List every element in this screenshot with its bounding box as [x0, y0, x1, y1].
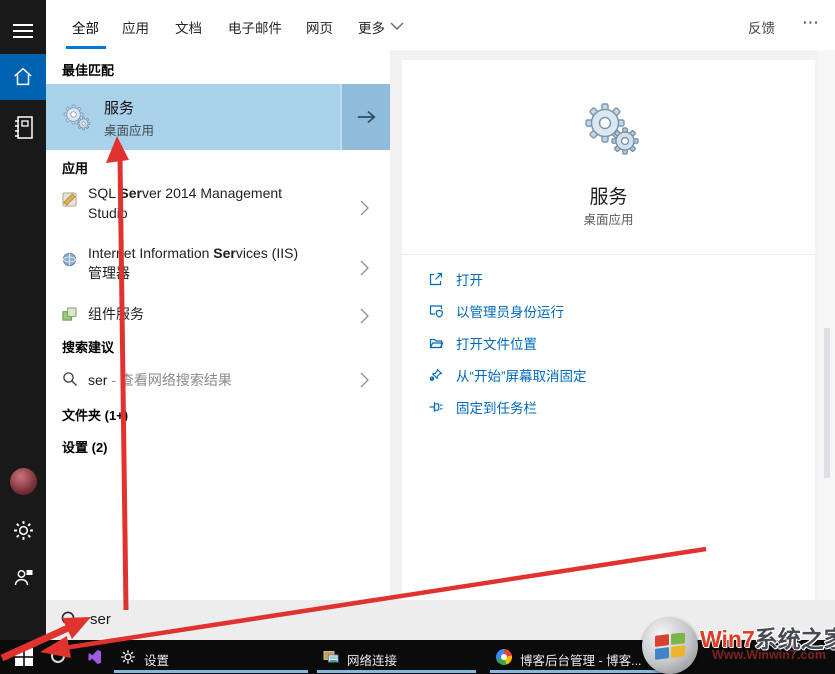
- detail-title: 服务: [589, 187, 628, 208]
- tab-all-underline: [66, 46, 106, 49]
- cortana-button[interactable]: [46, 640, 74, 674]
- unpin-icon: [428, 367, 444, 383]
- action-label: 打开: [456, 273, 483, 288]
- sidebar-item-home[interactable]: [0, 54, 46, 100]
- action-open-file-location[interactable]: 打开文件位置: [428, 330, 537, 356]
- action-unpin-from-start[interactable]: 从“开始”屏幕取消固定: [428, 362, 587, 388]
- taskbar-button-label: 设置: [144, 654, 170, 668]
- taskbar-active-indicator: [114, 670, 308, 673]
- suggestion-label: ser - 查看网络搜索结果: [88, 372, 232, 388]
- action-pin-to-taskbar[interactable]: 固定到任务栏: [428, 394, 537, 420]
- tab-documents[interactable]: 文档: [175, 17, 202, 37]
- group-settings[interactable]: 设置 (2): [62, 437, 108, 456]
- overflow-menu-button[interactable]: ⋯: [802, 13, 819, 33]
- sidebar-item-account[interactable]: [0, 466, 46, 502]
- folder-location-icon: [428, 335, 444, 351]
- tab-email[interactable]: 电子邮件: [228, 17, 282, 37]
- visual-studio-taskbar-button[interactable]: [80, 640, 110, 674]
- pin-icon: [428, 399, 444, 415]
- taskbar-button-label: 博客后台管理 - 博客...: [520, 654, 642, 668]
- action-label: 打开文件位置: [456, 337, 537, 352]
- sidebar: [0, 0, 46, 640]
- result-label: 组件服务: [88, 306, 144, 322]
- action-run-as-admin[interactable]: 以管理员身份运行: [428, 298, 564, 324]
- taskbar-button-label: 网络连接: [347, 654, 398, 668]
- tab-all[interactable]: 全部: [72, 17, 99, 37]
- sidebar-item-journal[interactable]: [0, 106, 46, 150]
- best-match-title: 服务: [104, 100, 135, 117]
- action-label: 从“开始”屏幕取消固定: [456, 369, 587, 384]
- section-best-match: 最佳匹配: [62, 63, 115, 78]
- feedback-button[interactable]: 反馈: [748, 17, 775, 37]
- tab-more[interactable]: 更多: [358, 17, 385, 37]
- results-panel: 最佳匹配 服务 桌面应用 应用 SQL Server 2014 Manageme…: [46, 50, 390, 600]
- taskbar-button-settings[interactable]: 设置: [112, 640, 310, 674]
- tab-apps[interactable]: 应用: [122, 17, 149, 37]
- section-suggestions: 搜索建议: [62, 340, 115, 355]
- action-open[interactable]: 打开: [428, 266, 483, 292]
- detail-divider: [402, 254, 815, 255]
- best-match-expand-button[interactable]: [340, 84, 390, 150]
- sidebar-item-settings[interactable]: [0, 514, 46, 550]
- open-icon: [428, 271, 444, 287]
- blog-browser-icon: [496, 649, 512, 665]
- best-match-subtitle: 桌面应用: [104, 124, 155, 138]
- detail-subtitle: 桌面应用: [583, 213, 634, 227]
- cortana-ring-icon: [51, 649, 65, 663]
- scrollbar-thumb[interactable]: [824, 328, 830, 478]
- sidebar-item-feedback[interactable]: [0, 560, 46, 596]
- detail-panel: 服务 桌面应用 打开 以管理员身份运行 打开文件位置 从“开始”屏幕取消固定 固…: [402, 60, 815, 600]
- shield-admin-icon: [428, 303, 444, 319]
- action-label: 固定到任务栏: [456, 401, 537, 416]
- suggestion-row[interactable]: ser - 查看网络搜索结果: [46, 362, 390, 396]
- result-row-iis[interactable]: Internet Information Services (IIS) 管理器: [46, 238, 390, 296]
- hamburger-menu-button[interactable]: [0, 12, 46, 50]
- result-row-component-services[interactable]: 组件服务: [46, 298, 390, 332]
- result-label: SQL Server 2014 Management Studio: [88, 185, 283, 221]
- search-filter-tabs: 全部 应用 文档 电子邮件 网页 更多 反馈 ⋯: [46, 0, 835, 50]
- search-input[interactable]: ser: [90, 611, 111, 628]
- taskbar-button-network[interactable]: 网络连接: [315, 640, 478, 674]
- watermark: Win7系统之家 Www.Winwin7.com: [640, 614, 835, 674]
- scrollbar-track[interactable]: [818, 50, 835, 600]
- avatar: [10, 468, 37, 495]
- start-button[interactable]: [6, 640, 42, 674]
- result-row-ssms[interactable]: SQL Server 2014 Management Studio: [46, 178, 390, 236]
- section-apps: 应用: [62, 161, 89, 176]
- watermark-windows-orb: [642, 618, 698, 674]
- best-match-row[interactable]: 服务 桌面应用: [46, 84, 390, 150]
- windows-search-flyout: 全部 应用 文档 电子邮件 网页 更多 反馈 ⋯ 最佳匹配 服务 桌面应用 应用…: [0, 0, 835, 674]
- group-folders[interactable]: 文件夹 (1+): [62, 405, 128, 424]
- tab-web[interactable]: 网页: [306, 17, 333, 37]
- watermark-url: Www.Winwin7.com: [712, 648, 827, 662]
- result-label: Internet Information Services (IIS) 管理器: [88, 245, 299, 281]
- taskbar-active-indicator: [317, 670, 476, 673]
- action-label: 以管理员身份运行: [456, 305, 564, 320]
